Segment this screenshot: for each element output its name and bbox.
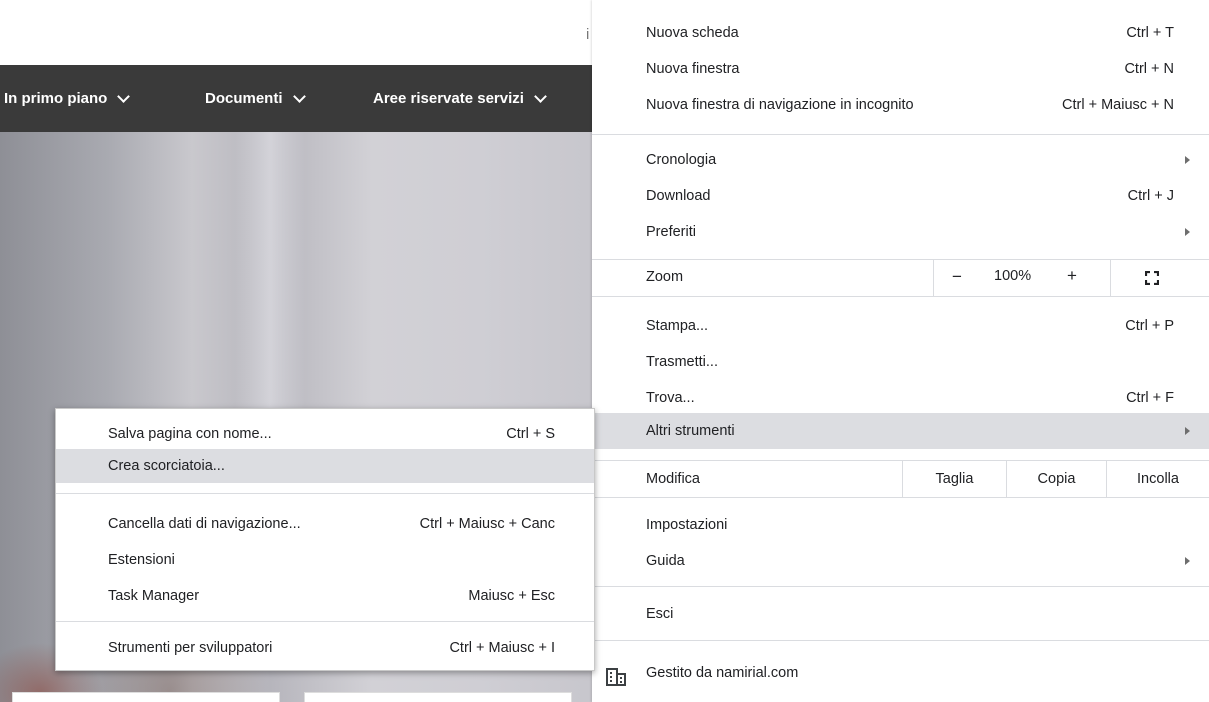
menu-item-shortcut: Ctrl + S xyxy=(506,426,555,442)
chevron-down-icon xyxy=(534,89,547,103)
menu-item-shortcut: Ctrl + Maiusc + Canc xyxy=(419,516,555,532)
chevron-right-icon xyxy=(1185,557,1190,565)
menu-item-incognito[interactable]: Nuova finestra di navigazione in incogni… xyxy=(592,93,1209,117)
menu-item-extensions[interactable]: Estensioni xyxy=(56,548,594,572)
menu-item-shortcut: Ctrl + F xyxy=(1126,390,1174,406)
menu-item-shortcut: Maiusc + Esc xyxy=(468,588,555,604)
menu-item-clear-data[interactable]: Cancella dati di navigazione... Ctrl + M… xyxy=(56,512,594,536)
menu-item-label: Stampa... xyxy=(646,318,709,334)
edit-label: Modifica xyxy=(646,471,700,487)
menu-item-downloads[interactable]: Download Ctrl + J xyxy=(592,184,1209,208)
nav-item-in-primo-piano[interactable]: In primo piano xyxy=(4,89,131,107)
menu-item-label: Nuova finestra di navigazione in incogni… xyxy=(646,97,914,113)
site-navigation-bar: In primo piano Documenti Aree riservate … xyxy=(0,65,600,132)
menu-item-shortcut: Ctrl + T xyxy=(1126,25,1174,41)
chevron-right-icon xyxy=(1185,156,1190,164)
menu-item-label: Estensioni xyxy=(108,552,175,568)
menu-item-exit[interactable]: Esci xyxy=(592,602,1209,626)
menu-item-label: Impostazioni xyxy=(646,517,728,533)
menu-item-find[interactable]: Trova... Ctrl + F xyxy=(592,386,1209,410)
menu-item-task-manager[interactable]: Task Manager Maiusc + Esc xyxy=(56,584,594,608)
menu-item-shortcut: Ctrl + J xyxy=(1127,188,1174,204)
chevron-right-icon xyxy=(1185,228,1190,236)
fullscreen-button[interactable] xyxy=(1110,259,1209,297)
menu-item-label: Esci xyxy=(646,606,674,622)
paste-button[interactable]: Incolla xyxy=(1106,460,1209,498)
building-icon xyxy=(606,668,626,686)
menu-item-print[interactable]: Stampa... Ctrl + P xyxy=(592,314,1209,338)
menu-item-cast[interactable]: Trasmetti... xyxy=(592,350,1209,374)
menu-item-save-page[interactable]: Salva pagina con nome... Ctrl + S xyxy=(56,422,594,446)
menu-item-label: Task Manager xyxy=(108,588,200,604)
menu-item-label: Altri strumenti xyxy=(646,423,735,439)
menu-separator xyxy=(56,621,594,622)
header-text-fragment: i xyxy=(586,26,590,43)
zoom-out-button[interactable]: − xyxy=(945,267,969,287)
menu-item-label: Salva pagina con nome... xyxy=(108,426,272,442)
page-header-strip: i xyxy=(0,0,600,65)
zoom-in-button[interactable]: + xyxy=(1062,266,1082,286)
page-card xyxy=(304,692,572,702)
nav-item-label: Aree riservate servizi xyxy=(373,90,524,107)
menu-item-history[interactable]: Cronologia xyxy=(592,148,1209,172)
browser-main-menu: Nuova scheda Ctrl + T Nuova finestra Ctr… xyxy=(592,0,1209,702)
menu-separator xyxy=(56,493,594,494)
menu-item-label: Cancella dati di navigazione... xyxy=(108,516,301,532)
menu-item-label: Trasmetti... xyxy=(646,354,718,370)
menu-item-more-tools[interactable]: Altri strumenti xyxy=(592,413,1209,449)
page-card xyxy=(12,692,280,702)
nav-item-documenti[interactable]: Documenti xyxy=(205,89,306,107)
menu-item-shortcut: Ctrl + Maiusc + N xyxy=(1062,97,1174,113)
menu-item-label: Nuova scheda xyxy=(646,25,739,41)
zoom-label: Zoom xyxy=(646,269,684,285)
menu-item-label: Nuova finestra xyxy=(646,61,740,77)
menu-item-label: Crea scorciatoia... xyxy=(108,458,225,474)
managed-by-row[interactable]: Gestito da namirial.com xyxy=(592,640,1209,702)
menu-item-shortcut: Ctrl + N xyxy=(1124,61,1174,77)
menu-item-label: Preferiti xyxy=(646,224,696,240)
menu-item-shortcut: Ctrl + P xyxy=(1125,318,1174,334)
menu-item-shortcut: Ctrl + Maiusc + I xyxy=(449,640,555,656)
nav-item-label: Documenti xyxy=(205,90,283,107)
menu-item-create-shortcut[interactable]: Crea scorciatoia... xyxy=(56,449,594,483)
menu-item-help[interactable]: Guida xyxy=(592,549,1209,573)
chevron-down-icon xyxy=(292,89,306,103)
menu-item-label: Download xyxy=(646,188,711,204)
menu-item-label: Cronologia xyxy=(646,152,717,168)
menu-item-label: Guida xyxy=(646,553,685,569)
menu-item-dev-tools[interactable]: Strumenti per sviluppatori Ctrl + Maiusc… xyxy=(56,636,594,660)
nav-item-aree-riservate[interactable]: Aree riservate servizi xyxy=(373,89,547,107)
chevron-down-icon xyxy=(117,89,131,103)
menu-item-label: Strumenti per sviluppatori xyxy=(108,640,273,656)
zoom-level: 100% xyxy=(994,268,1032,284)
fullscreen-icon xyxy=(1145,271,1159,285)
managed-by-label: Gestito da namirial.com xyxy=(646,665,799,681)
nav-item-label: In primo piano xyxy=(4,90,108,107)
menu-item-settings[interactable]: Impostazioni xyxy=(592,513,1209,537)
menu-separator xyxy=(592,586,1209,587)
menu-item-new-tab[interactable]: Nuova scheda Ctrl + T xyxy=(592,21,1209,45)
menu-item-bookmarks[interactable]: Preferiti xyxy=(592,220,1209,244)
menu-separator xyxy=(592,134,1209,135)
edit-row: Modifica Taglia Copia Incolla xyxy=(592,460,1209,498)
copy-button[interactable]: Copia xyxy=(1006,460,1106,498)
chevron-right-icon xyxy=(1185,427,1190,435)
menu-item-label: Trova... xyxy=(646,390,695,406)
menu-item-new-window[interactable]: Nuova finestra Ctrl + N xyxy=(592,57,1209,81)
zoom-controls: − 100% + xyxy=(933,259,1110,297)
zoom-row: Zoom − 100% + xyxy=(592,259,1209,297)
cut-button[interactable]: Taglia xyxy=(902,460,1006,498)
more-tools-submenu: Salva pagina con nome... Ctrl + S Crea s… xyxy=(55,408,595,671)
